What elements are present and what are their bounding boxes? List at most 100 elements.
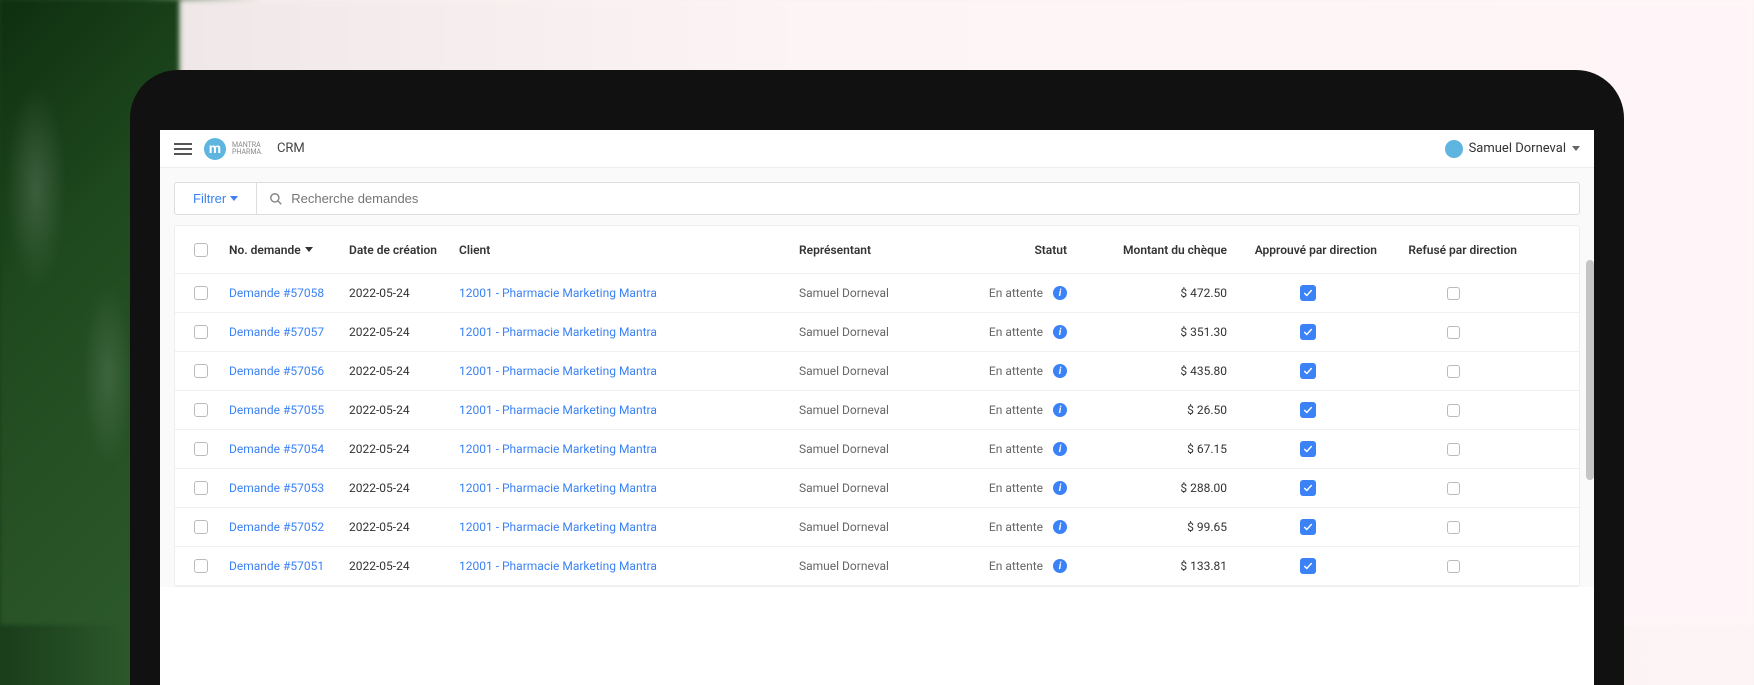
date-text: 2022-05-24 (349, 520, 410, 534)
user-avatar-icon (1445, 140, 1463, 158)
table-container: No. demande Date de création Client Repr… (160, 225, 1594, 587)
info-icon[interactable]: i (1053, 403, 1067, 417)
demande-link[interactable]: Demande #57056 (229, 364, 324, 378)
col-header-approuve[interactable]: Approuvé par direction (1233, 243, 1383, 257)
info-icon[interactable]: i (1053, 520, 1067, 534)
approved-badge-icon[interactable] (1300, 402, 1316, 418)
info-icon[interactable]: i (1053, 481, 1067, 495)
representant-text: Samuel Dorneval (799, 520, 889, 534)
search-box[interactable] (257, 182, 1580, 215)
refused-checkbox[interactable] (1447, 287, 1460, 300)
row-checkbox[interactable] (194, 403, 208, 417)
user-menu[interactable]: Samuel Dorneval (1445, 140, 1580, 158)
col-header-demande[interactable]: No. demande (223, 243, 343, 257)
status-text: En attente (989, 286, 1043, 300)
demande-link[interactable]: Demande #57054 (229, 442, 324, 456)
status-text: En attente (989, 325, 1043, 339)
filter-label: Filtrer (193, 191, 226, 206)
col-header-refuse[interactable]: Refusé par direction (1383, 243, 1523, 257)
representant-text: Samuel Dorneval (799, 325, 889, 339)
requests-table: No. demande Date de création Client Repr… (174, 225, 1580, 587)
caret-down-icon (230, 196, 238, 201)
refused-checkbox[interactable] (1447, 482, 1460, 495)
filter-button[interactable]: Filtrer (174, 182, 257, 215)
info-icon[interactable]: i (1053, 286, 1067, 300)
refused-checkbox[interactable] (1447, 326, 1460, 339)
approved-badge-icon[interactable] (1300, 285, 1316, 301)
refused-checkbox[interactable] (1447, 560, 1460, 573)
info-icon[interactable]: i (1053, 442, 1067, 456)
table-row: Demande #57058 2022-05-24 12001 - Pharma… (175, 274, 1579, 313)
table-row: Demande #57054 2022-05-24 12001 - Pharma… (175, 430, 1579, 469)
row-checkbox[interactable] (194, 481, 208, 495)
info-icon[interactable]: i (1053, 364, 1067, 378)
col-header-statut[interactable]: Statut (953, 243, 1073, 257)
status-text: En attente (989, 442, 1043, 456)
representant-text: Samuel Dorneval (799, 286, 889, 300)
table-row: Demande #57055 2022-05-24 12001 - Pharma… (175, 391, 1579, 430)
select-all-checkbox[interactable] (194, 243, 208, 257)
demande-link[interactable]: Demande #57051 (229, 559, 324, 573)
row-checkbox[interactable] (194, 325, 208, 339)
demande-link[interactable]: Demande #57052 (229, 520, 324, 534)
representant-text: Samuel Dorneval (799, 403, 889, 417)
approved-badge-icon[interactable] (1300, 519, 1316, 535)
representant-text: Samuel Dorneval (799, 559, 889, 573)
client-link[interactable]: 12001 - Pharmacie Marketing Mantra (459, 520, 657, 534)
status-text: En attente (989, 559, 1043, 573)
info-icon[interactable]: i (1053, 559, 1067, 573)
client-link[interactable]: 12001 - Pharmacie Marketing Mantra (459, 403, 657, 417)
date-text: 2022-05-24 (349, 559, 410, 573)
client-link[interactable]: 12001 - Pharmacie Marketing Mantra (459, 286, 657, 300)
hamburger-menu-icon[interactable] (174, 143, 192, 155)
date-text: 2022-05-24 (349, 286, 410, 300)
table-row: Demande #57057 2022-05-24 12001 - Pharma… (175, 313, 1579, 352)
col-header-date[interactable]: Date de création (343, 243, 453, 257)
brand-text: MANTRA PHARMA. (232, 142, 263, 156)
demande-link[interactable]: Demande #57053 (229, 481, 324, 495)
client-link[interactable]: 12001 - Pharmacie Marketing Mantra (459, 559, 657, 573)
montant-text: $ 26.50 (1187, 403, 1227, 417)
approved-badge-icon[interactable] (1300, 480, 1316, 496)
row-checkbox[interactable] (194, 559, 208, 573)
col-header-client[interactable]: Client (453, 243, 793, 257)
montant-text: $ 288.00 (1180, 481, 1227, 495)
refused-checkbox[interactable] (1447, 365, 1460, 378)
client-link[interactable]: 12001 - Pharmacie Marketing Mantra (459, 325, 657, 339)
status-text: En attente (989, 403, 1043, 417)
refused-checkbox[interactable] (1447, 443, 1460, 456)
col-header-representant[interactable]: Représentant (793, 243, 953, 257)
refused-checkbox[interactable] (1447, 521, 1460, 534)
demande-link[interactable]: Demande #57058 (229, 286, 324, 300)
status-text: En attente (989, 520, 1043, 534)
search-input[interactable] (291, 191, 1567, 206)
row-checkbox[interactable] (194, 520, 208, 534)
table-row: Demande #57056 2022-05-24 12001 - Pharma… (175, 352, 1579, 391)
demande-link[interactable]: Demande #57055 (229, 403, 324, 417)
approved-badge-icon[interactable] (1300, 324, 1316, 340)
approved-badge-icon[interactable] (1300, 558, 1316, 574)
table-row: Demande #57051 2022-05-24 12001 - Pharma… (175, 547, 1579, 586)
client-link[interactable]: 12001 - Pharmacie Marketing Mantra (459, 481, 657, 495)
representant-text: Samuel Dorneval (799, 481, 889, 495)
date-text: 2022-05-24 (349, 481, 410, 495)
user-name-label: Samuel Dorneval (1469, 141, 1566, 156)
representant-text: Samuel Dorneval (799, 364, 889, 378)
laptop-frame: m MANTRA PHARMA. CRM Samuel Dorneval Fil… (130, 70, 1624, 685)
client-link[interactable]: 12001 - Pharmacie Marketing Mantra (459, 442, 657, 456)
row-checkbox[interactable] (194, 442, 208, 456)
row-checkbox[interactable] (194, 364, 208, 378)
approved-badge-icon[interactable] (1300, 441, 1316, 457)
col-header-montant[interactable]: Montant du chèque (1073, 243, 1233, 257)
approved-badge-icon[interactable] (1300, 363, 1316, 379)
montant-text: $ 67.15 (1187, 442, 1227, 456)
date-text: 2022-05-24 (349, 325, 410, 339)
table-row: Demande #57052 2022-05-24 12001 - Pharma… (175, 508, 1579, 547)
vertical-scrollbar[interactable] (1586, 260, 1594, 480)
refused-checkbox[interactable] (1447, 404, 1460, 417)
info-icon[interactable]: i (1053, 325, 1067, 339)
table-row: Demande #57053 2022-05-24 12001 - Pharma… (175, 469, 1579, 508)
client-link[interactable]: 12001 - Pharmacie Marketing Mantra (459, 364, 657, 378)
row-checkbox[interactable] (194, 286, 208, 300)
demande-link[interactable]: Demande #57057 (229, 325, 324, 339)
